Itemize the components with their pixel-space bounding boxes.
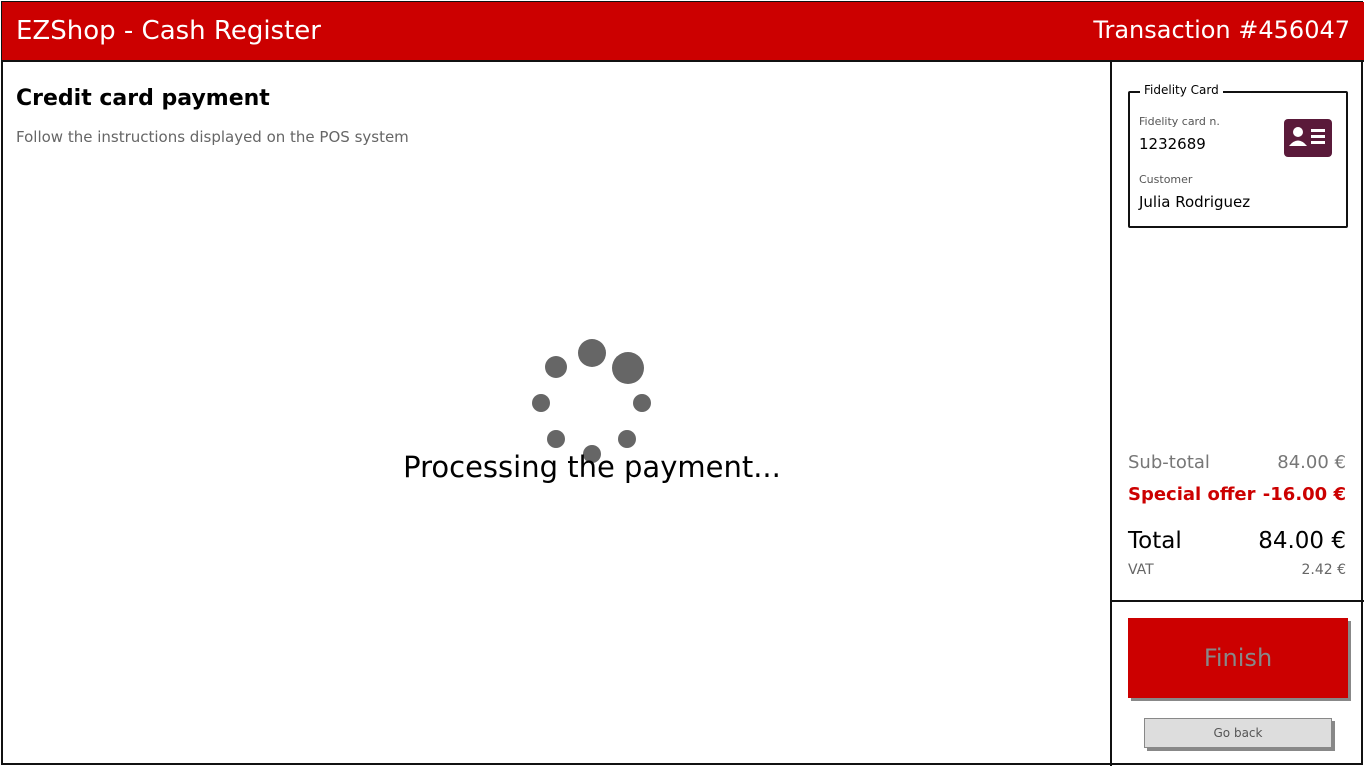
subtotal-label: Sub-total bbox=[1128, 452, 1210, 473]
go-back-button[interactable]: Go back bbox=[1144, 718, 1332, 748]
main-panel: Credit card payment Follow the instructi… bbox=[2, 62, 1110, 766]
action-area: Finish Go back bbox=[1110, 600, 1364, 766]
header-bar: EZShop - Cash Register Transaction #4560… bbox=[2, 2, 1364, 62]
page-subtitle: Follow the instructions displayed on the… bbox=[16, 128, 409, 146]
spinner-dot bbox=[633, 394, 651, 412]
spinner-dot bbox=[532, 394, 550, 412]
special-offer-value: -16.00 € bbox=[1262, 484, 1346, 505]
total-value: 84.00 € bbox=[1258, 528, 1346, 554]
fidelity-card-number-label: Fidelity card n. bbox=[1139, 115, 1220, 128]
subtotal-value: 84.00 € bbox=[1277, 452, 1346, 473]
customer-name: Julia Rodriguez bbox=[1139, 193, 1251, 211]
fidelity-card-number: 1232689 bbox=[1139, 135, 1206, 153]
page-title: Credit card payment bbox=[16, 86, 270, 111]
vat-value: 2.42 € bbox=[1301, 562, 1346, 578]
special-offer-label: Special offer bbox=[1128, 484, 1256, 505]
spinner-dot bbox=[547, 430, 565, 448]
spinner-dot bbox=[618, 430, 636, 448]
vat-label: VAT bbox=[1128, 562, 1154, 578]
processing-status: Processing the payment... bbox=[403, 450, 781, 484]
total-label: Total bbox=[1128, 528, 1182, 554]
spinner-dot bbox=[578, 339, 606, 367]
spinner-dot bbox=[545, 356, 567, 378]
loading-spinner bbox=[527, 334, 657, 464]
fidelity-card-legend: Fidelity Card bbox=[1140, 83, 1223, 97]
finish-button[interactable]: Finish bbox=[1128, 618, 1348, 698]
id-card-icon bbox=[1284, 119, 1332, 157]
fidelity-card-panel: Fidelity Card Fidelity card n. 1232689 C… bbox=[1128, 83, 1348, 228]
app-title: EZShop - Cash Register bbox=[16, 16, 321, 46]
customer-label: Customer bbox=[1139, 173, 1193, 186]
spinner-dot bbox=[612, 352, 644, 384]
transaction-number: Transaction #456047 bbox=[1093, 16, 1350, 44]
